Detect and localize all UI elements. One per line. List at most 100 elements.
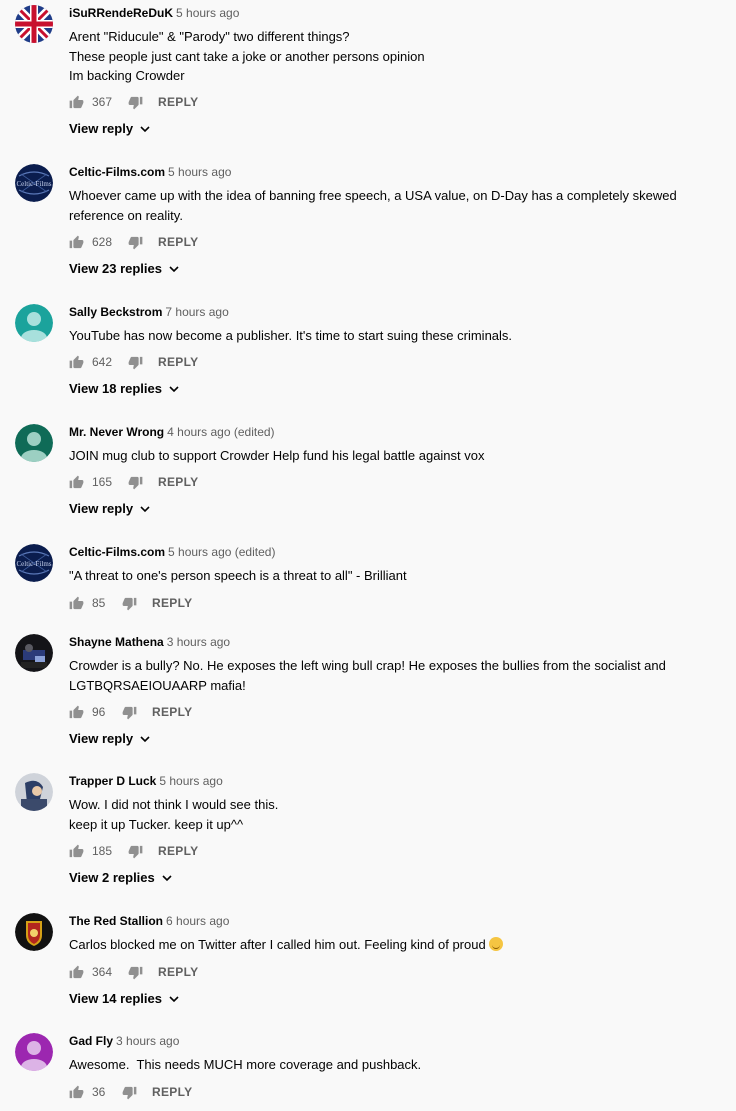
comment-text: Whoever came up with the idea of banning… (69, 186, 719, 225)
thumbs-up-icon[interactable] (69, 95, 84, 110)
author-name[interactable]: Mr. Never Wrong (69, 425, 164, 439)
comment-time[interactable]: 3 hours ago (116, 1034, 179, 1048)
comment-line: These people just cant take a joke or an… (69, 48, 425, 64)
author-name[interactable]: Celtic-Films.com (69, 165, 165, 179)
thumbs-down-icon[interactable] (128, 235, 143, 250)
thumbs-up-icon[interactable] (69, 475, 84, 490)
comment-time[interactable]: 5 hours ago (168, 165, 231, 179)
thumbs-up-icon[interactable] (69, 235, 84, 250)
comment-header: Mr. Never Wrong 4 hours ago (edited) (69, 424, 275, 440)
stallion-crest-avatar[interactable] (15, 913, 53, 951)
view-replies-button[interactable]: View 23 replies (69, 261, 180, 276)
reply-button[interactable]: REPLY (152, 596, 192, 610)
comment-line: Crowder is a bully? No. He exposes the l… (69, 658, 666, 673)
comment-text: Arent "Riducule" & "Parody" two differen… (69, 27, 719, 86)
view-replies-button[interactable]: View 18 replies (69, 381, 180, 396)
photo-avatar[interactable] (15, 634, 53, 672)
comment-line: reference on reality. (69, 207, 183, 223)
comment-actions: 36 REPLY (69, 1084, 192, 1100)
like-count: 364 (92, 965, 113, 979)
thumbs-down-icon[interactable] (128, 355, 143, 370)
comment-line: Carlos blocked me on Twitter after I cal… (69, 935, 719, 955)
reply-button[interactable]: REPLY (152, 705, 192, 719)
union-jack-avatar[interactable] (15, 5, 53, 43)
author-name[interactable]: Sally Beckstrom (69, 305, 162, 319)
comment-line-text: Carlos blocked me on Twitter after I cal… (69, 937, 486, 952)
view-replies-label: View 14 replies (69, 991, 162, 1006)
author-name[interactable]: iSuRRendeReDuK (69, 6, 173, 20)
reply-button[interactable]: REPLY (158, 95, 198, 109)
like-count: 165 (92, 475, 113, 489)
comment-time[interactable]: 4 hours ago (edited) (167, 425, 274, 439)
thumbs-up-icon[interactable] (69, 705, 84, 720)
view-replies-button[interactable]: View 14 replies (69, 991, 180, 1006)
like-count: 185 (92, 844, 113, 858)
svg-text:Celtic-Films: Celtic-Films (17, 180, 52, 188)
comment-header: iSuRRendeReDuK 5 hours ago (69, 5, 239, 21)
view-replies-button[interactable]: View reply (69, 121, 151, 136)
reply-button[interactable]: REPLY (158, 355, 198, 369)
default-purple-avatar[interactable] (15, 1033, 53, 1071)
like-count: 642 (92, 355, 113, 369)
chevron-down-icon (161, 872, 173, 884)
chevron-down-icon (168, 993, 180, 1005)
author-name[interactable]: Celtic-Films.com (69, 545, 165, 559)
reply-button[interactable]: REPLY (158, 844, 198, 858)
comment-header: Trapper D Luck 5 hours ago (69, 773, 223, 789)
comment-line: keep it up Tucker. keep it up^^ (69, 816, 244, 832)
comment-line: Awesome. This needs MUCH more coverage a… (69, 1057, 422, 1072)
comment-text: "A threat to one's person speech is a th… (69, 566, 719, 586)
celtic-films-avatar[interactable]: Celtic-Films (15, 544, 53, 582)
celtic-films-avatar[interactable]: Celtic-Films (15, 164, 53, 202)
thumbs-down-icon[interactable] (128, 95, 143, 110)
reply-button[interactable]: REPLY (158, 475, 198, 489)
comment-time[interactable]: 6 hours ago (166, 914, 229, 928)
reply-button[interactable]: REPLY (158, 235, 198, 249)
thumbs-down-icon[interactable] (128, 844, 143, 859)
comment-time[interactable]: 7 hours ago (165, 305, 228, 319)
thumbs-up-icon[interactable] (69, 965, 84, 980)
author-name[interactable]: The Red Stallion (69, 914, 163, 928)
view-replies-button[interactable]: View 2 replies (69, 870, 173, 885)
view-replies-button[interactable]: View reply (69, 501, 151, 516)
comment-line: Whoever came up with the idea of banning… (69, 188, 677, 203)
comment-time[interactable]: 5 hours ago (159, 774, 222, 788)
comment-time[interactable]: 5 hours ago (edited) (168, 545, 275, 559)
comment-actions: 185 REPLY (69, 843, 198, 859)
hugging-face-emoji-icon (488, 937, 503, 951)
comment-time[interactable]: 3 hours ago (167, 635, 230, 649)
thumbs-down-icon[interactable] (122, 596, 137, 611)
comment-actions: 367 REPLY (69, 94, 198, 110)
photo-avatar-2[interactable] (15, 773, 53, 811)
view-replies-label: View reply (69, 501, 134, 516)
thumbs-down-icon[interactable] (122, 1085, 137, 1100)
thumbs-down-icon[interactable] (128, 475, 143, 490)
comment-actions: 628 REPLY (69, 234, 198, 250)
default-teal-avatar[interactable] (15, 304, 53, 342)
comment-header: Gad Fly 3 hours ago (69, 1033, 179, 1049)
view-replies-label: View 2 replies (69, 870, 155, 885)
comment-header: Celtic-Films.com 5 hours ago (69, 164, 231, 180)
comment-line: Im backing Crowder (69, 68, 185, 83)
thumbs-up-icon[interactable] (69, 355, 84, 370)
author-name[interactable]: Shayne Mathena (69, 635, 164, 649)
thumbs-up-icon[interactable] (69, 596, 84, 611)
svg-text:Celtic-Films: Celtic-Films (17, 560, 52, 568)
like-count: 367 (92, 95, 113, 109)
comment-actions: 165 REPLY (69, 474, 198, 490)
author-name[interactable]: Trapper D Luck (69, 774, 156, 788)
comment-time[interactable]: 5 hours ago (176, 6, 239, 20)
reply-button[interactable]: REPLY (152, 1085, 192, 1099)
thumbs-up-icon[interactable] (69, 1085, 84, 1100)
thumbs-up-icon[interactable] (69, 844, 84, 859)
comment-line: LGTBQRSAEIOUAARP mafia! (69, 677, 246, 693)
view-replies-label: View 23 replies (69, 261, 162, 276)
thumbs-down-icon[interactable] (122, 705, 137, 720)
comment-header: Celtic-Films.com 5 hours ago (edited) (69, 544, 275, 560)
view-replies-label: View reply (69, 121, 134, 136)
thumbs-down-icon[interactable] (128, 965, 143, 980)
author-name[interactable]: Gad Fly (69, 1034, 113, 1048)
view-replies-button[interactable]: View reply (69, 731, 151, 746)
default-darkgreen-avatar[interactable] (15, 424, 53, 462)
reply-button[interactable]: REPLY (158, 965, 198, 979)
